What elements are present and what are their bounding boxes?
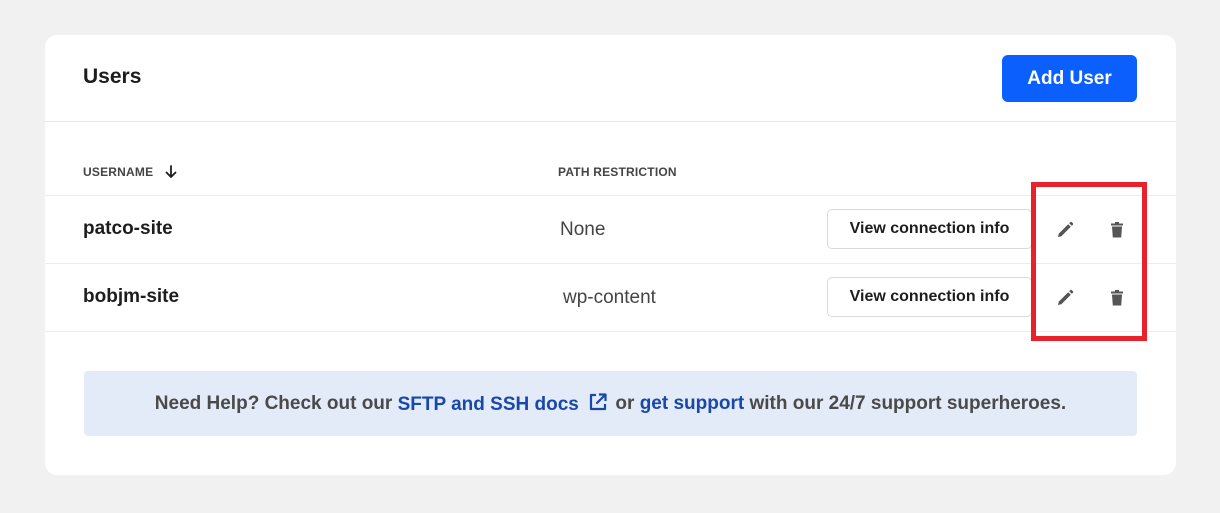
table-row: patco-site None View connection info <box>45 196 1176 264</box>
view-connection-info-button[interactable]: View connection info <box>827 277 1032 317</box>
path-cell: None <box>560 219 606 240</box>
column-header-username-label: USERNAME <box>83 165 154 179</box>
help-text-suffix: with our 24/7 support superheroes. <box>744 392 1067 414</box>
page-title: Users <box>83 65 142 88</box>
trash-icon <box>1111 222 1123 238</box>
username-cell: bobjm-site <box>83 286 180 307</box>
help-text-middle: or <box>610 392 640 414</box>
trash-icon <box>1111 290 1123 306</box>
edit-user-button[interactable] <box>1055 220 1075 240</box>
docs-link-label: SFTP and SSH docs <box>397 393 579 415</box>
users-card: Users Add User USERNAME PATH RESTRICTION… <box>45 35 1176 475</box>
delete-user-button[interactable] <box>1107 220 1127 240</box>
external-link-icon <box>590 392 607 410</box>
delete-user-button[interactable] <box>1107 288 1127 308</box>
edit-user-button[interactable] <box>1055 288 1075 308</box>
view-connection-info-button[interactable]: View connection info <box>827 209 1032 249</box>
column-header-path: PATH RESTRICTION <box>558 165 677 179</box>
help-text-prefix: Need Help? Check out our <box>154 392 398 414</box>
add-user-button[interactable]: Add User <box>1002 55 1137 102</box>
table-row: bobjm-site wp-content View connection in… <box>45 264 1176 332</box>
arrow-down-icon <box>165 165 177 178</box>
pencil-icon <box>1058 289 1074 305</box>
pencil-icon <box>1058 221 1074 237</box>
sftp-ssh-docs-link[interactable]: SFTP and SSH docs <box>398 392 611 416</box>
card-header: Users Add User <box>45 35 1176 122</box>
column-header-username[interactable]: USERNAME <box>83 165 177 179</box>
username-cell: patco-site <box>83 218 173 239</box>
get-support-link[interactable]: get support <box>640 393 745 415</box>
path-cell: wp-content <box>563 287 656 308</box>
help-banner: Need Help? Check out our SFTP and SSH do… <box>84 371 1137 436</box>
